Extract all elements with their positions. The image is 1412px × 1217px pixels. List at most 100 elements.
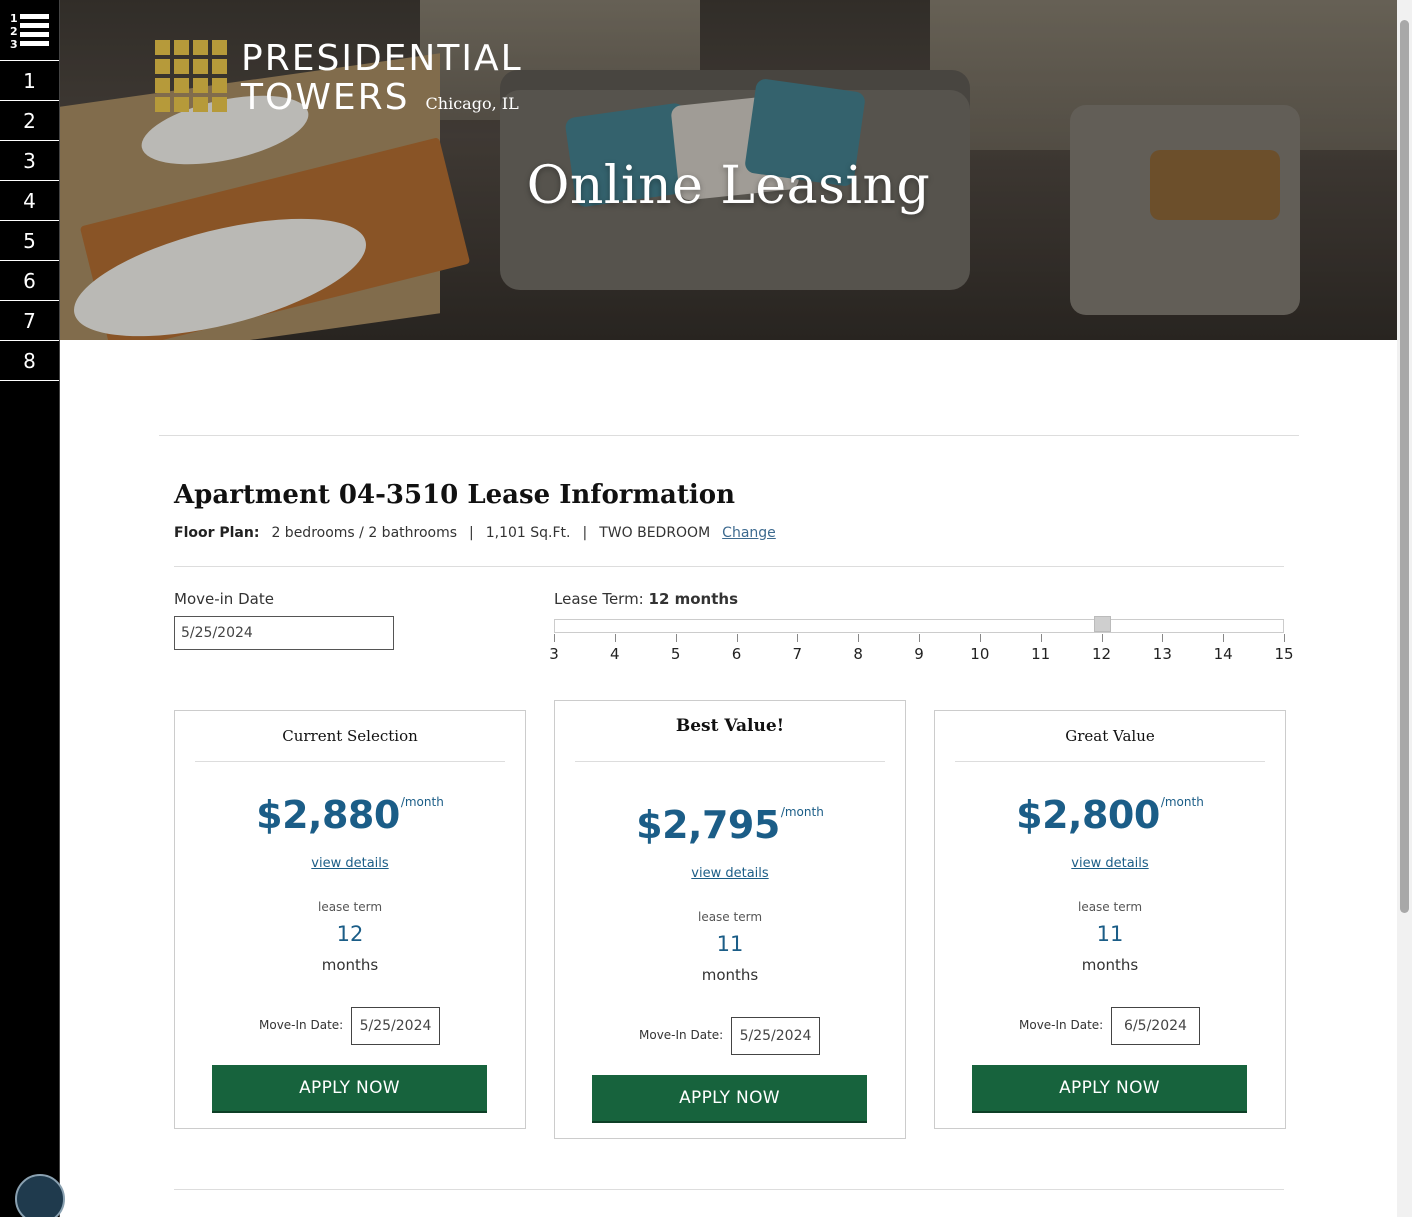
tower-grid-icon — [155, 40, 227, 112]
scrollbar-thumb[interactable] — [1400, 20, 1409, 913]
price-per-month: /month — [1160, 795, 1204, 809]
slider-tick — [1040, 634, 1042, 642]
move-in-date-input[interactable] — [174, 616, 394, 650]
apply-now-button[interactable]: APPLY NOW — [592, 1075, 867, 1123]
move-in-date-caption: Move-In Date: — [639, 1028, 724, 1042]
lease-term-value: 12 months — [648, 590, 739, 608]
slider-tick-label: 3 — [549, 645, 559, 663]
card-move-in-date[interactable]: 5/25/2024 — [351, 1007, 440, 1045]
card-move-in-date[interactable]: 6/5/2024 — [1111, 1007, 1200, 1045]
floor-plan-bedrooms: 2 bedrooms / 2 bathrooms — [271, 525, 458, 541]
lease-term-caption: lease term — [1077, 900, 1143, 914]
apartment-heading-suffix: Lease Information — [458, 480, 735, 510]
brand-logo[interactable]: PRESIDENTIAL TOWERS Chicago, IL — [155, 40, 523, 124]
slider-tick — [858, 634, 860, 642]
numbered-list-icon: 1 2 3 — [10, 12, 49, 50]
card-heading: Current Selection — [195, 711, 505, 762]
lease-term-label-text: Lease Term: — [554, 590, 649, 608]
price-amount: $2,880 — [256, 793, 400, 837]
slider-tick — [1101, 634, 1103, 642]
slider-tick-label: 4 — [610, 645, 620, 663]
slider-tick-label: 11 — [1031, 645, 1051, 663]
brand-name-line2: TOWERS — [241, 77, 410, 118]
slider-tick-label: 6 — [731, 645, 742, 663]
floor-plan-name: TWO BEDROOM — [599, 525, 711, 541]
slider-tick-label: 10 — [970, 645, 990, 663]
floor-plan-label: Floor Plan: — [174, 525, 260, 541]
lease-term-unit: months — [1081, 956, 1139, 974]
step-2[interactable]: 2 — [0, 101, 59, 141]
slider-tick — [554, 634, 555, 642]
slider-tick-label: 5 — [670, 645, 681, 663]
slider-tick — [1284, 634, 1285, 642]
apply-now-button[interactable]: APPLY NOW — [972, 1065, 1247, 1113]
slider-tick — [1223, 634, 1225, 642]
lease-term-label: Lease Term: 12 months — [554, 590, 738, 608]
apartment-number: Apartment 04-3510 — [174, 480, 459, 510]
step-7[interactable]: 7 — [0, 301, 59, 341]
slider-tick — [919, 634, 920, 642]
step-5[interactable]: 5 — [0, 221, 59, 261]
lease-term-months: 11 — [716, 932, 744, 956]
chat-bubble-icon[interactable] — [15, 1174, 65, 1217]
card-price: $2,800/month — [935, 793, 1285, 837]
card-price: $2,795/month — [555, 803, 905, 847]
brand-city: Chicago, IL — [425, 94, 519, 113]
page-scrollbar[interactable] — [1397, 0, 1412, 1217]
slider-tick-label: 7 — [792, 645, 803, 663]
separator: | — [582, 525, 588, 541]
lease-term-months: 11 — [1096, 922, 1124, 946]
view-details-link[interactable]: view details — [555, 866, 905, 881]
step-menu-button[interactable]: 1 2 3 — [0, 0, 59, 61]
divider — [159, 435, 1299, 436]
slider-tick — [979, 634, 981, 642]
apply-now-button[interactable]: APPLY NOW — [212, 1065, 487, 1113]
pricing-card-current: Current Selection $2,880/month view deta… — [174, 710, 526, 1129]
lease-term-slider-handle[interactable] — [1093, 616, 1111, 632]
hero-banner: PRESIDENTIAL TOWERS Chicago, IL Online L… — [60, 0, 1397, 340]
slider-tick — [736, 634, 738, 642]
floor-plan-sqft: 1,101 Sq.Ft. — [485, 525, 571, 541]
card-heading: Great Value — [955, 711, 1265, 762]
card-move-in-date[interactable]: 5/25/2024 — [731, 1017, 820, 1055]
slider-tick — [614, 634, 616, 642]
price-per-month: /month — [400, 795, 444, 809]
divider — [174, 566, 1284, 567]
slider-tick-label: 13 — [1152, 645, 1172, 663]
move-in-date-label: Move-in Date — [174, 590, 274, 608]
brand-name-line1: PRESIDENTIAL — [241, 38, 523, 79]
slider-tick-label: 15 — [1274, 645, 1294, 663]
slider-tick — [675, 634, 677, 642]
slider-tick — [797, 634, 799, 642]
card-heading: Best Value! — [575, 701, 885, 762]
price-amount: $2,795 — [636, 803, 780, 847]
step-4[interactable]: 4 — [0, 181, 59, 221]
pricing-card-great-value: Great Value $2,800/month view details le… — [934, 710, 1286, 1129]
svg-text:1: 1 — [10, 12, 18, 25]
page-title: Online Leasing — [526, 156, 931, 216]
slider-tick-label: 12 — [1091, 645, 1112, 663]
view-details-link[interactable]: view details — [175, 856, 525, 871]
svg-text:2: 2 — [10, 25, 18, 38]
price-amount: $2,800 — [1016, 793, 1160, 837]
lease-term-slider[interactable] — [554, 619, 1284, 633]
view-details-link[interactable]: view details — [935, 856, 1285, 871]
lease-term-caption: lease term — [317, 900, 383, 914]
step-navigation: 1 2 3 1 2 3 4 5 6 7 8 — [0, 0, 60, 1217]
apartment-heading: Apartment 04-3510 Lease Information — [174, 480, 735, 510]
change-floor-plan-link[interactable]: Change — [722, 525, 776, 541]
step-3[interactable]: 3 — [0, 141, 59, 181]
step-6[interactable]: 6 — [0, 261, 59, 301]
slider-tick — [1162, 634, 1164, 642]
svg-text:3: 3 — [10, 38, 18, 50]
separator: | — [469, 525, 474, 541]
lease-term-unit: months — [321, 956, 379, 974]
step-1[interactable]: 1 — [0, 61, 59, 101]
pricing-card-best-value: Best Value! $2,795/month view details le… — [554, 700, 906, 1139]
price-per-month: /month — [780, 805, 824, 819]
step-8[interactable]: 8 — [0, 341, 59, 381]
floor-plan-summary: Floor Plan: 2 bedrooms / 2 bathrooms | 1,10… — [174, 525, 776, 541]
lease-term-months: 12 — [336, 922, 364, 946]
move-in-date-caption: Move-In Date: — [259, 1018, 344, 1032]
card-price: $2,880/month — [175, 793, 525, 837]
